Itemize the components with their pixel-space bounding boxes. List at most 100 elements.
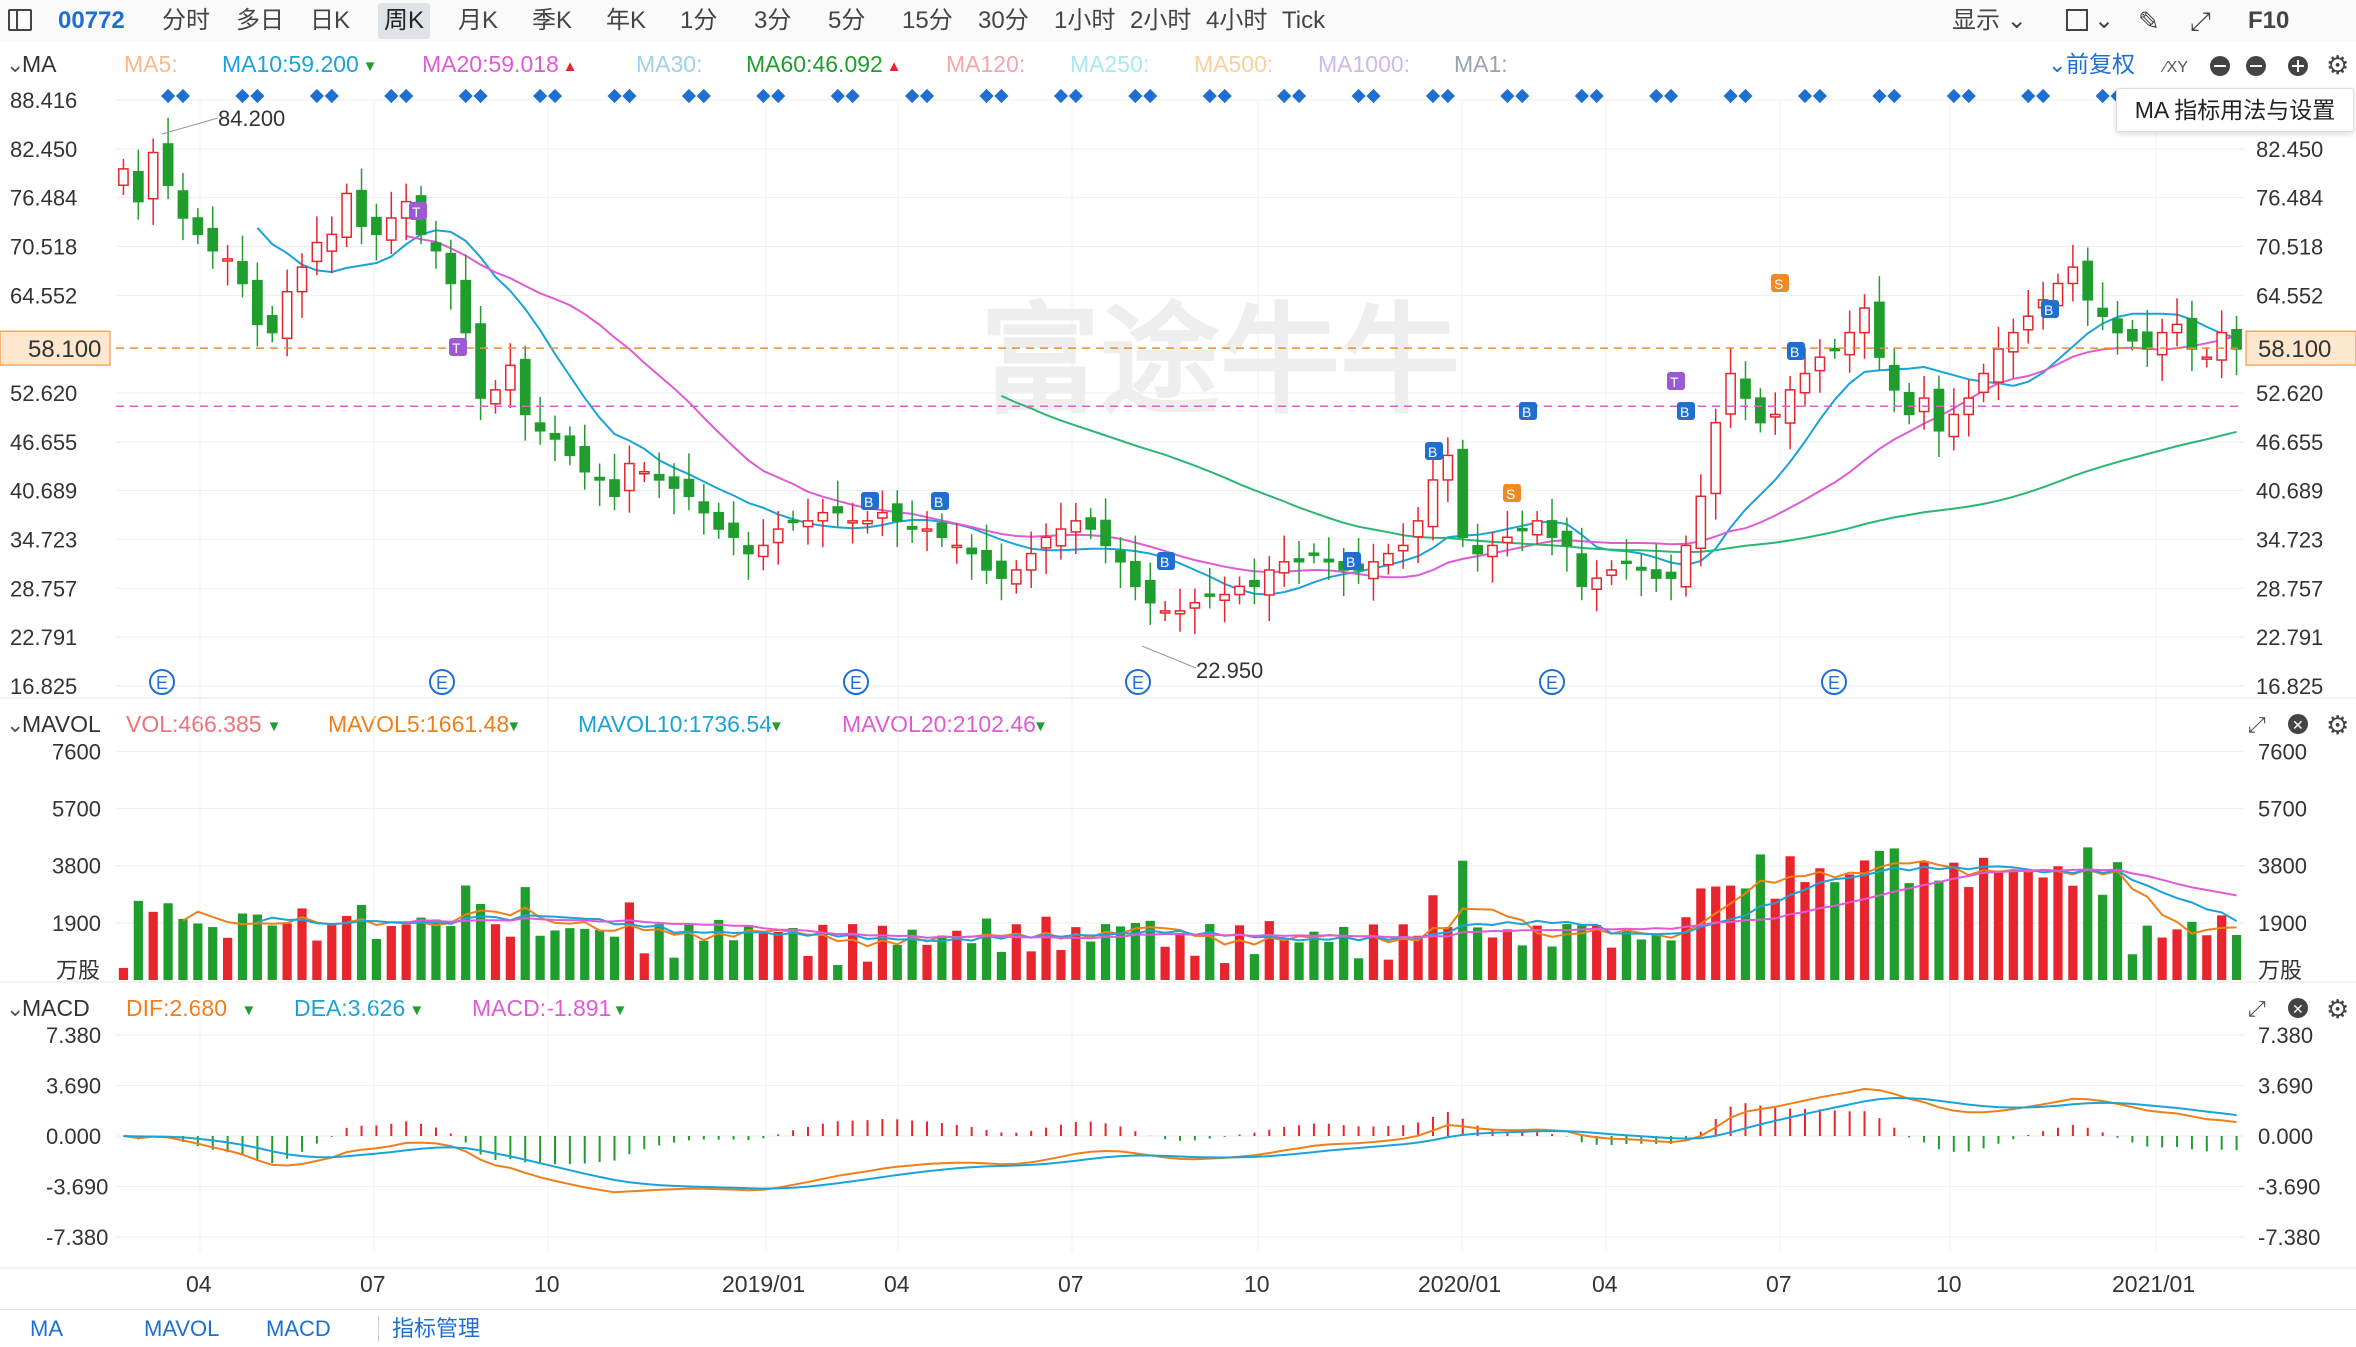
volume-bar [1324,941,1334,980]
volume-bar [580,928,590,980]
period-tab-12[interactable]: 1小时 [1048,0,1121,42]
candle [1100,519,1111,547]
volume-bar [1606,947,1617,980]
candle [609,479,620,498]
signal-diamond-icon [309,88,324,104]
indicator-tab-2[interactable]: MACD [266,1310,331,1347]
period-tab-9[interactable]: 5分 [822,0,871,42]
trade-marker-text: B [1522,404,1531,420]
candle [638,470,650,475]
signal-diamond-icon [1574,88,1589,104]
stock-code[interactable]: 00772 [58,0,125,42]
macd-y-tick-right: -3.690 [2258,1174,2320,1199]
candle [891,503,903,522]
period-tab-2[interactable]: 日K [304,0,356,42]
vol-y-tick-left: 3800 [52,854,101,879]
candle [162,143,174,187]
candle [1635,566,1647,571]
indicator-tab-3[interactable]: 指标管理 [392,1310,480,1347]
gear-icon[interactable]: ⚙ [2326,994,2349,1024]
event-marker-text: E [1828,673,1840,693]
signal-diamond-icon [2095,88,2110,104]
ma-legend-item: MA60:46.092 [746,51,883,77]
volume-bar [1086,941,1096,980]
candle [1457,448,1469,538]
volume-bar [2127,954,2138,980]
gear-icon[interactable]: ⚙ [2326,50,2349,80]
volume-bar [892,944,902,980]
f10-button[interactable]: F10 [2248,0,2289,42]
period-tab-14[interactable]: 4小时 [1200,0,1273,42]
indicator-tab-1[interactable]: MAVOL [144,1310,219,1347]
period-tab-8[interactable]: 3分 [748,0,797,42]
candle [132,171,144,203]
signal-diamond-icon [1723,88,1738,104]
candle [966,547,978,555]
y-tick-right: 82.450 [2256,137,2323,162]
volume-bar [1249,954,1260,980]
volume-bar [282,923,292,980]
high-annotation-line [161,117,219,135]
toolbar: 00772 显示 ⌄ ⌄ ✎ ⤢ F10 分时 多日 日K 周K 月K 季K 年K 1分 3分 5… [0,0,2356,43]
expand-icon[interactable]: ⤢ [2248,996,2266,1021]
volume-bar [565,928,575,980]
axis-icon[interactable]: ⁄XY [2160,59,2188,76]
candle [1368,561,1379,580]
period-tab-11[interactable]: 30分 [972,0,1035,42]
volume-bar [1711,886,1721,980]
volume-bar [1458,860,1468,980]
signal-diamond-icon [324,88,339,104]
period-tab-0[interactable]: 分时 [156,0,216,42]
volume-bar [550,930,560,980]
y-tick-right: 70.518 [2256,235,2323,260]
signal-diamond-icon [1202,88,1217,104]
macd-y-tick-left: 3.690 [46,1074,101,1099]
volume-bar [1056,949,1066,980]
period-tab-3[interactable]: 周K [378,3,431,39]
candle [252,279,263,326]
period-tab-6[interactable]: 年K [600,0,652,42]
volume-bar [2008,870,2018,980]
draw-pen-icon[interactable]: ✎ [2138,0,2160,42]
period-tab-7[interactable]: 1分 [674,0,723,42]
candle [237,261,248,285]
period-tab-15[interactable]: Tick [1276,0,1331,42]
signal-diamond-icon [1068,88,1083,104]
volume-bar [1845,874,1855,980]
macd-legend-item: MACD:-1.891 [472,995,611,1021]
expand-icon[interactable]: ⤢ [2248,712,2266,737]
indicator-tab-0[interactable]: MA [30,1310,63,1347]
period-tab-10[interactable]: 15分 [896,0,959,42]
signal-diamond-icon [1143,88,1158,104]
trend-arrow-icon: ▲ [887,58,902,75]
kline-chart[interactable]: ⌄MA MA5: MA10:59.200 ▼ MA20:59.018 ▲ MA30: MA60… [0,42,2356,1309]
candle [1680,544,1692,588]
signal-diamond-icon [1128,88,1143,104]
gear-icon[interactable]: ⚙ [2326,710,2349,740]
period-tab-13[interactable]: 2小时 [1124,0,1197,42]
layout-icon[interactable] [2066,9,2088,31]
period-tab-5[interactable]: 季K [526,0,578,42]
candle [1814,356,1826,372]
candle [1278,561,1290,574]
period-tab-1[interactable]: 多日 [230,0,290,42]
sidebar-toggle-icon[interactable] [8,9,32,31]
candle [1695,495,1707,550]
display-menu[interactable]: 显示 ⌄ [1952,0,2027,42]
chevron-down-icon[interactable]: ⌄ [2094,0,2114,42]
volume-bar [848,924,858,980]
candle [996,560,1007,579]
vol-name: MAVOL [22,711,101,737]
vol-y-tick-right: 3800 [2258,854,2307,879]
fullscreen-icon[interactable]: ⤢ [2190,0,2211,42]
adjust-mode-menu[interactable]: 前复权 [2066,51,2135,77]
chevron-down-icon[interactable]: ⌄ [2048,52,2066,77]
x-axis-label: 07 [1766,1271,1792,1297]
volume-bar [1547,946,1557,980]
x-axis-label: 2021/01 [2112,1271,2195,1297]
candle [2231,328,2242,350]
x-axis-label: 10 [534,1271,560,1297]
trade-marker-text: B [1680,404,1689,420]
period-tab-4[interactable]: 月K [452,0,504,42]
minus-glyph [2250,65,2262,67]
